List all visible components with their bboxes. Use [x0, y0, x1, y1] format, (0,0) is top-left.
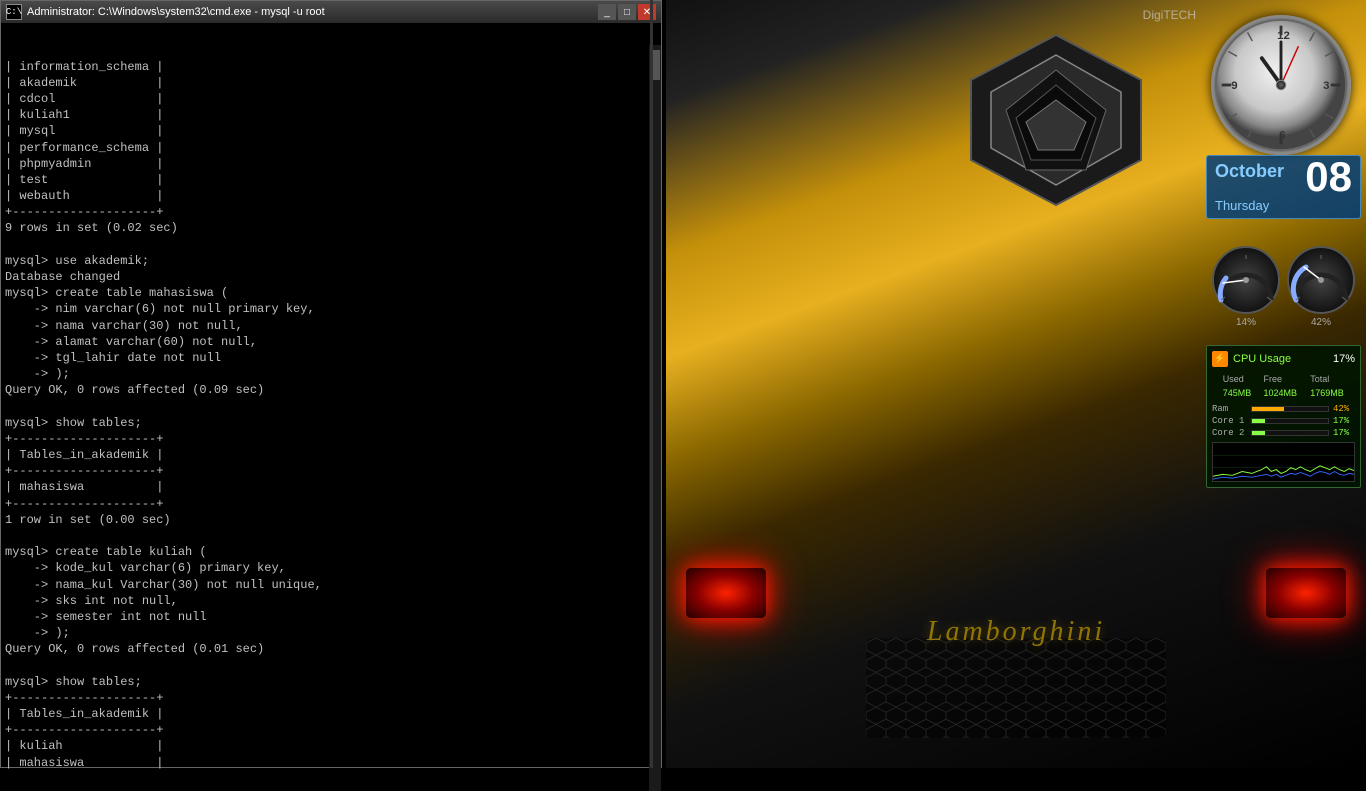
- gauge-right: [1286, 245, 1356, 315]
- svg-text:6: 6: [1279, 130, 1285, 142]
- terminal-content[interactable]: | information_schema | | akademik | | cd…: [1, 23, 661, 769]
- digitech-logo: DigiTECH: [1143, 8, 1196, 22]
- clock-face: 12 3 6 9: [1211, 15, 1351, 155]
- cmd-controls[interactable]: _ □ ✕: [598, 4, 656, 20]
- svg-text:9: 9: [1231, 80, 1237, 92]
- date-month: October: [1215, 161, 1284, 181]
- date-day: 08: [1305, 161, 1352, 198]
- minimize-button[interactable]: _: [598, 4, 616, 20]
- core1-bar-container: [1251, 418, 1329, 424]
- core2-row: Core 2 17%: [1212, 428, 1355, 438]
- date-weekday: Thursday: [1215, 198, 1352, 213]
- ram-bar-container: [1251, 406, 1329, 412]
- cpu-title: CPU Usage: [1233, 353, 1328, 365]
- gauge-left-label: 14%: [1211, 317, 1281, 328]
- cmd-titlebar: C:\ Administrator: C:\Windows\system32\c…: [1, 1, 661, 23]
- tail-light-left: [686, 568, 766, 618]
- cpu-percentage: 17%: [1333, 353, 1355, 365]
- cmd-window: C:\ Administrator: C:\Windows\system32\c…: [0, 0, 662, 768]
- window-separator: [650, 0, 653, 768]
- cpu-graph: [1212, 442, 1355, 482]
- svg-text:3: 3: [1323, 80, 1329, 92]
- core1-bar: [1252, 419, 1265, 423]
- core2-bar-container: [1251, 430, 1329, 436]
- svg-text:12: 12: [1277, 30, 1290, 42]
- close-button[interactable]: ✕: [638, 4, 656, 20]
- cpu-icon: ⚡: [1212, 351, 1228, 367]
- core1-row: Core 1 17%: [1212, 416, 1355, 426]
- clock-widget: 12 3 6 9: [1206, 10, 1356, 160]
- cpu-header: ⚡ CPU Usage 17%: [1212, 351, 1355, 367]
- car-emblem: [956, 30, 1156, 210]
- gauge-left: [1211, 245, 1281, 315]
- core2-bar: [1252, 431, 1265, 435]
- maximize-button[interactable]: □: [618, 4, 636, 20]
- gauge-right-label: 42%: [1286, 317, 1356, 328]
- grille-area: [866, 638, 1166, 738]
- cpu-widget: ⚡ CPU Usage 17% Used Free Total 745MB 10…: [1206, 345, 1361, 488]
- cmd-icon: C:\: [6, 4, 22, 20]
- widgets-panel: 12 3 6 9 October 08 Thursday: [1196, 0, 1366, 768]
- cmd-title: Administrator: C:\Windows\system32\cmd.e…: [27, 6, 598, 18]
- car-logo-text: Lamborghini: [927, 616, 1105, 648]
- date-widget: October 08 Thursday: [1206, 155, 1361, 219]
- ram-row: Ram 42%: [1212, 404, 1355, 414]
- ram-bar: [1252, 407, 1284, 411]
- cpu-table: Used Free Total 745MB 1024MB 1769MB: [1212, 371, 1355, 401]
